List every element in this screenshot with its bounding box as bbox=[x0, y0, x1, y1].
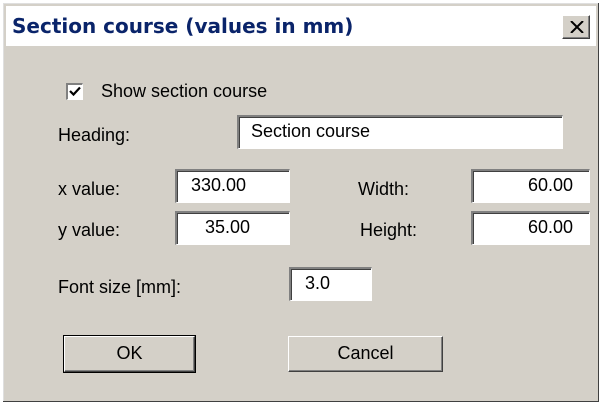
dialog-window: Section course (values in mm) Show secti… bbox=[2, 2, 600, 403]
x-value-field[interactable]: 330.00 bbox=[175, 169, 290, 203]
dialog-title: Section course (values in mm) bbox=[12, 14, 354, 38]
show-section-course-label[interactable]: Show section course bbox=[101, 81, 267, 102]
close-x-icon bbox=[570, 21, 584, 33]
font-size-label: Font size [mm]: bbox=[58, 277, 182, 297]
height-label: Height: bbox=[360, 220, 418, 240]
cancel-button[interactable]: Cancel bbox=[288, 336, 443, 372]
checkmark-icon bbox=[69, 86, 81, 97]
title-bar[interactable]: Section course (values in mm) bbox=[6, 6, 596, 46]
width-label: Width: bbox=[358, 179, 410, 199]
heading-field[interactable]: Section course bbox=[237, 115, 563, 149]
heading-label: Heading: bbox=[58, 125, 131, 145]
width-field[interactable]: 60.00 bbox=[471, 169, 590, 203]
close-button[interactable] bbox=[562, 15, 590, 39]
height-field[interactable]: 60.00 bbox=[471, 211, 590, 245]
font-size-field[interactable]: 3.0 bbox=[289, 267, 372, 301]
x-value-label: x value: bbox=[58, 179, 121, 199]
y-value-label: y value: bbox=[58, 220, 121, 240]
ok-button[interactable]: OK bbox=[63, 335, 196, 373]
y-value-field[interactable]: 35.00 bbox=[175, 211, 290, 245]
show-section-course-checkbox[interactable] bbox=[66, 83, 83, 100]
